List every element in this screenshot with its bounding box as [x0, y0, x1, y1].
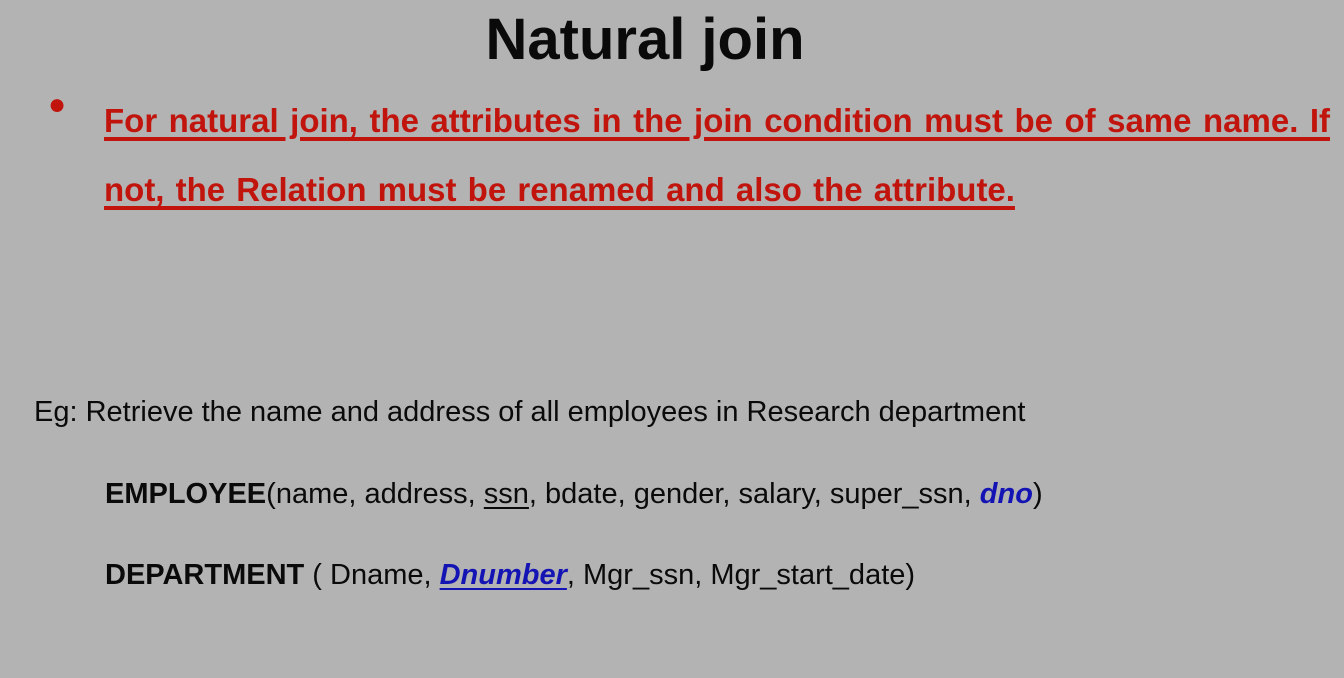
schema-text: name, address, — [275, 478, 484, 510]
relation-name: DEPARTMENT — [105, 559, 305, 591]
foreign-key: dno — [979, 478, 1033, 510]
primary-key: Dnumber — [439, 559, 567, 591]
schema-text: ( — [266, 478, 276, 510]
schema-text: , Mgr_ssn, Mgr_start_date) — [566, 559, 916, 591]
example-text: Eg: Retrieve the name and address of all… — [34, 396, 1026, 428]
schema-text: , bdate, gender, salary, super_ssn, — [528, 478, 980, 510]
schema-text: ( Dname, — [304, 559, 440, 591]
primary-key: ssn — [483, 478, 529, 510]
bullet-text: For natural join, the attributes in the … — [104, 102, 1330, 208]
employee-schema: EMPLOYEE(name, address, ssn, bdate, gend… — [105, 478, 1043, 511]
slide-title: Natural join — [485, 7, 805, 72]
bullet-icon: ● — [48, 88, 67, 121]
relation-name: EMPLOYEE — [105, 478, 267, 510]
schema-text: ) — [1032, 478, 1043, 510]
department-schema: DEPARTMENT ( Dname, Dnumber, Mgr_ssn, Mg… — [105, 559, 915, 592]
